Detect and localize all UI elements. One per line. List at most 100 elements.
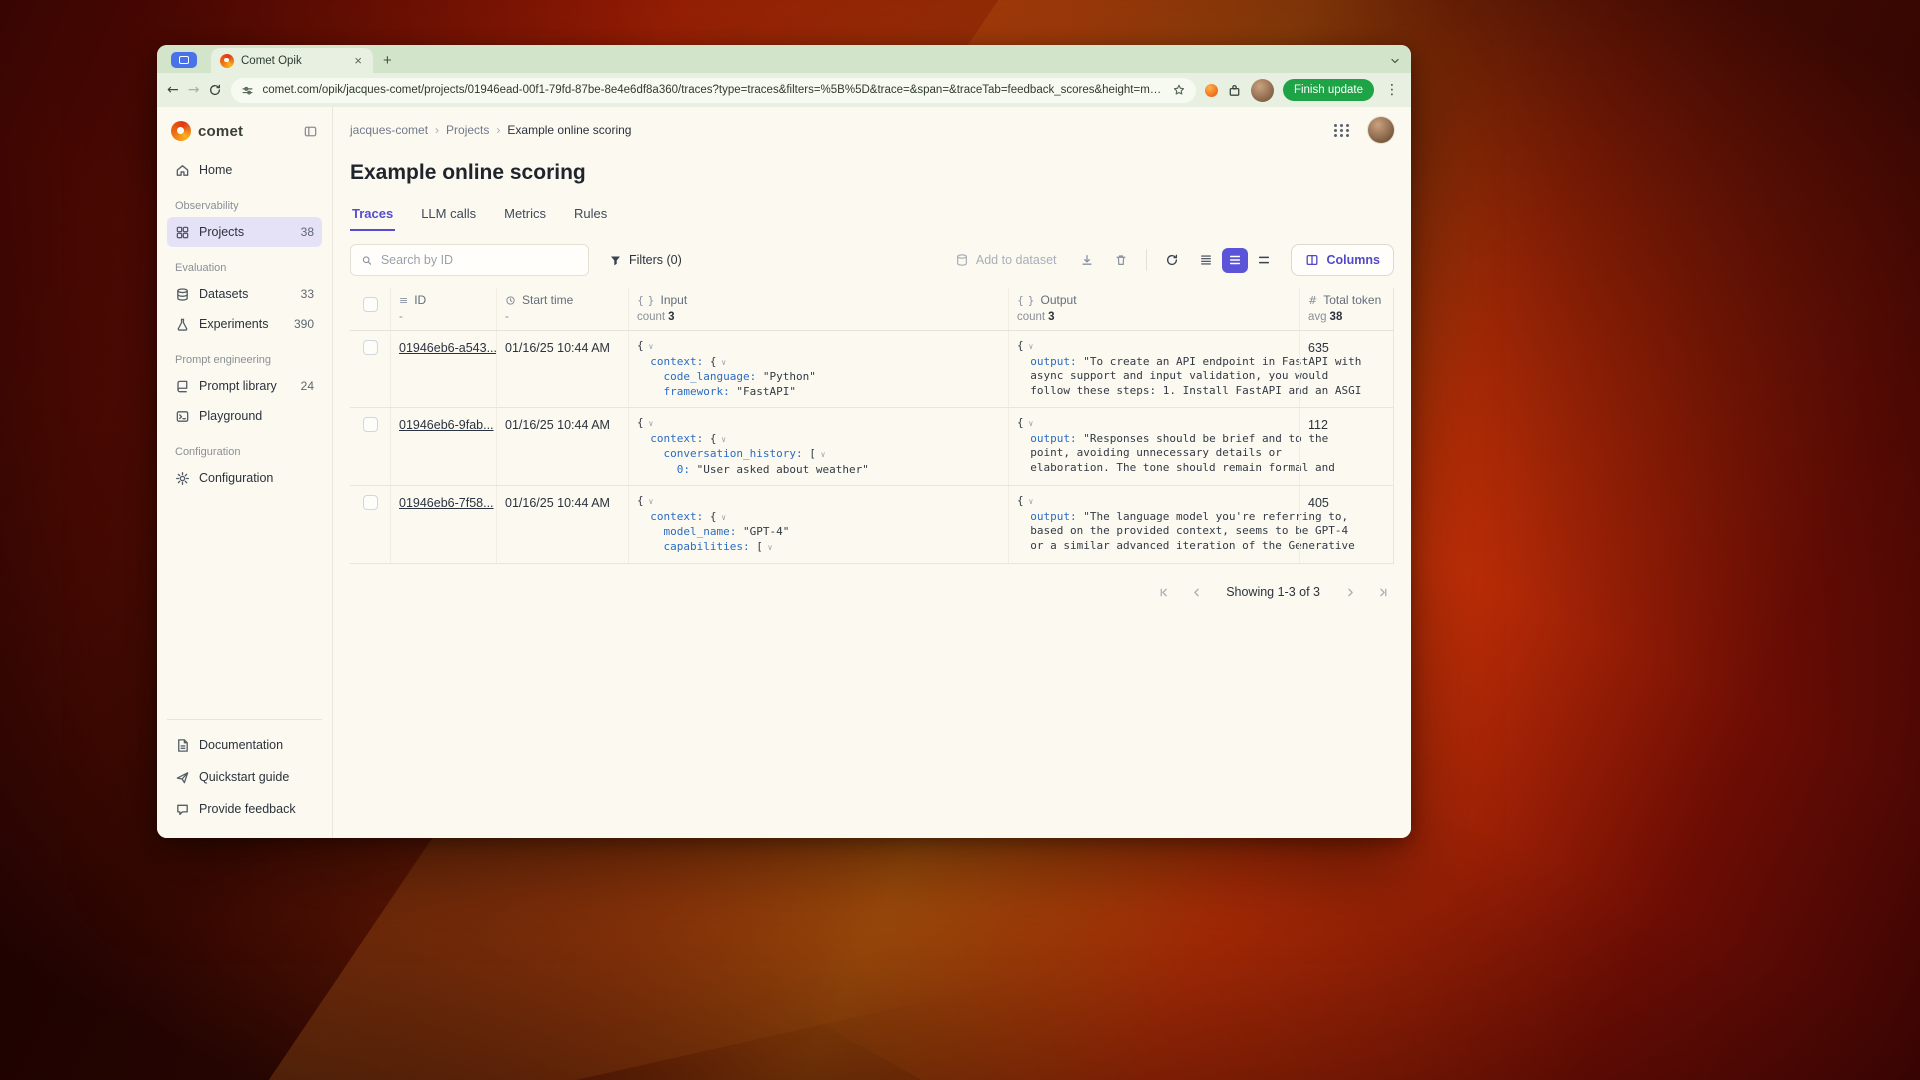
site-settings-icon[interactable] [241,84,254,97]
json-token: framework: [664,385,737,398]
breadcrumb-projects[interactable]: Projects [446,123,489,137]
projects-grid-icon [175,225,190,240]
json-token [637,370,664,383]
first-page-button[interactable] [1152,580,1176,604]
rows-small-icon [1199,253,1213,267]
json-token [637,463,677,476]
traces-table: ≡ID - Start time - { }Input c [350,288,1394,564]
apps-grid-icon[interactable] [1334,124,1350,137]
expand-chevron-icon[interactable]: ∨ [1024,342,1034,351]
column-header-output[interactable]: { }Output count3 [1008,288,1299,330]
sidebar-collapse-icon[interactable] [303,124,318,139]
search-icon [361,254,373,267]
trace-id-link[interactable]: 01946eb6-7f58... [399,496,494,510]
page-title: Example online scoring [350,161,1394,185]
chat-bubble-icon [175,802,190,817]
columns-button[interactable]: Columns [1291,244,1394,276]
next-page-button[interactable] [1338,580,1362,604]
expand-chevron-icon[interactable]: ∨ [1024,419,1034,428]
new-tab-button[interactable]: + [383,53,392,68]
sidebar-item-count: 33 [301,287,314,301]
browser-tab[interactable]: Comet Opik × [211,48,373,73]
user-avatar[interactable] [1368,117,1394,143]
tab-list-chevron-icon[interactable] [1389,55,1401,67]
expand-chevron-icon[interactable]: ∨ [644,419,654,428]
bookmark-star-icon[interactable] [1172,83,1186,97]
json-token [1017,524,1030,537]
sidebar-item-home[interactable]: Home [167,155,322,185]
address-bar[interactable]: comet.com/opik/jacques-comet/projects/01… [231,78,1195,103]
sidebar-item-feedback[interactable]: Provide feedback [167,794,322,824]
sidebar-item-projects[interactable]: Projects 38 [167,217,322,247]
row-height-large-button[interactable] [1251,248,1277,273]
browser-menu-icon[interactable]: ⋮ [1383,82,1401,98]
sidebar-item-documentation[interactable]: Documentation [167,730,322,760]
tab-metrics[interactable]: Metrics [502,199,548,231]
column-header-input[interactable]: { }Input count3 [628,288,1008,330]
json-preview: { ∨ output: "To create an API endpoint i… [1017,339,1291,398]
forward-button[interactable]: → [188,82,200,98]
sidebar-item-label: Documentation [199,738,283,752]
breadcrumb-workspace[interactable]: jacques-comet [350,123,428,137]
row-height-medium-button[interactable] [1222,248,1248,273]
sidebar-item-quickstart[interactable]: Quickstart guide [167,762,322,792]
expand-chevron-icon[interactable]: ∨ [716,358,726,367]
sidebar-item-playground[interactable]: Playground [167,401,322,431]
sidebar-section-configuration: Configuration [175,446,314,458]
tokens-cell: 405 [1299,486,1394,563]
tab-title: Comet Opik [241,55,345,67]
row-height-small-button[interactable] [1193,248,1219,273]
search-input[interactable] [381,253,578,267]
brand-logo[interactable]: comet [167,119,322,155]
sidebar-section-observability: Observability [175,200,314,212]
tab-rules[interactable]: Rules [572,199,609,231]
expand-chevron-icon[interactable]: ∨ [716,513,726,522]
expand-chevron-icon[interactable]: ∨ [644,342,654,351]
expand-chevron-icon[interactable]: ∨ [1024,497,1034,506]
json-token [637,540,664,553]
trace-id-link[interactable]: 01946eb6-a543... [399,341,497,355]
table-row[interactable]: 01946eb6-a543...01/16/25 10:44 AM{ ∨ con… [350,331,1394,408]
row-checkbox[interactable] [363,495,378,510]
browser-profile-avatar[interactable] [1251,79,1274,102]
tab-traces[interactable]: Traces [350,199,395,231]
export-download-button[interactable] [1074,247,1100,273]
dataset-icon [955,253,969,267]
row-checkbox[interactable] [363,417,378,432]
add-to-dataset-button[interactable]: Add to dataset [946,245,1066,275]
finish-update-button[interactable]: Finish update [1283,79,1374,101]
expand-chevron-icon[interactable]: ∨ [763,543,773,552]
tab-llm-calls[interactable]: LLM calls [419,199,478,231]
sidebar-item-prompt-library[interactable]: Prompt library 24 [167,371,322,401]
column-header-total-tokens[interactable]: #Total token avg38 [1299,288,1394,330]
pinned-extension-icon[interactable] [1205,84,1218,97]
extensions-puzzle-icon[interactable] [1227,83,1242,98]
column-header-id[interactable]: ≡ID - [390,288,496,330]
prev-page-button[interactable] [1184,580,1208,604]
sidebar-item-experiments[interactable]: Experiments 390 [167,309,322,339]
refresh-button[interactable] [1159,247,1185,273]
filters-button[interactable]: Filters (0) [599,244,692,276]
sidebar-item-configuration[interactable]: Configuration [167,463,322,493]
opik-app: comet Home Observability Projects 38 Eva… [157,107,1411,838]
last-page-button[interactable] [1370,580,1394,604]
json-token: { [1017,494,1024,507]
expand-chevron-icon[interactable]: ∨ [644,497,654,506]
browser-tabstrip: Comet Opik × + [157,45,1411,73]
table-row[interactable]: 01946eb6-9fab...01/16/25 10:44 AM{ ∨ con… [350,408,1394,486]
row-checkbox[interactable] [363,340,378,355]
select-all-checkbox[interactable] [363,297,378,312]
sidebar-item-datasets[interactable]: Datasets 33 [167,279,322,309]
trace-id-link[interactable]: 01946eb6-9fab... [399,418,494,432]
column-header-start-time[interactable]: Start time - [496,288,628,330]
expand-chevron-icon[interactable]: ∨ [816,450,826,459]
delete-button[interactable] [1108,247,1134,273]
expand-chevron-icon[interactable]: ∨ [716,435,726,444]
tab-group-chip[interactable] [171,52,197,68]
reload-button[interactable] [208,83,222,97]
table-row[interactable]: 01946eb6-7f58...01/16/25 10:44 AM{ ∨ con… [350,486,1394,564]
back-button[interactable]: ← [167,82,179,98]
trash-icon [1114,253,1128,267]
tab-close-icon[interactable]: × [352,54,364,67]
json-preview: { ∨ output: "Responses should be brief a… [1017,416,1291,475]
